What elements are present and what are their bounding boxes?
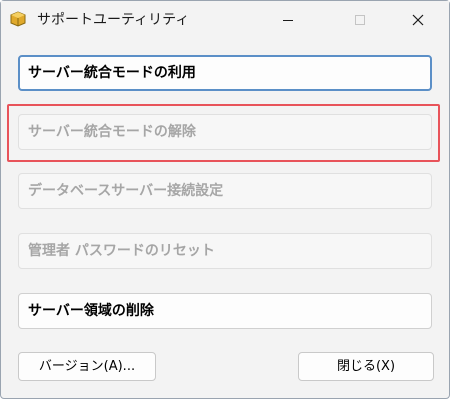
close-window-button[interactable]	[395, 1, 441, 39]
highlight-box	[7, 104, 440, 162]
maximize-icon	[355, 15, 365, 25]
close-button[interactable]: 閉じる(X)	[298, 352, 434, 381]
maximize-button	[337, 1, 383, 39]
minimize-icon	[283, 20, 293, 21]
window-title: サポートユーティリティ	[37, 12, 190, 28]
app-icon	[9, 11, 27, 27]
server-integration-use-button[interactable]: サーバー統合モードの利用	[18, 55, 432, 91]
admin-password-reset-button: 管理者 パスワードのリセット	[18, 233, 432, 269]
db-server-connection-settings-button: データベースサーバー接続設定	[18, 173, 432, 209]
version-button[interactable]: バージョン(A)...	[18, 352, 156, 381]
title-bar[interactable]: サポートユーティリティ	[1, 1, 449, 39]
close-icon	[412, 14, 424, 26]
minimize-button[interactable]	[265, 1, 311, 39]
server-area-delete-button[interactable]: サーバー領域の削除	[18, 293, 432, 329]
support-utility-window: サポートユーティリティ サーバー統合モードの利用 サーバー統合モードの解除 デー…	[0, 0, 450, 399]
